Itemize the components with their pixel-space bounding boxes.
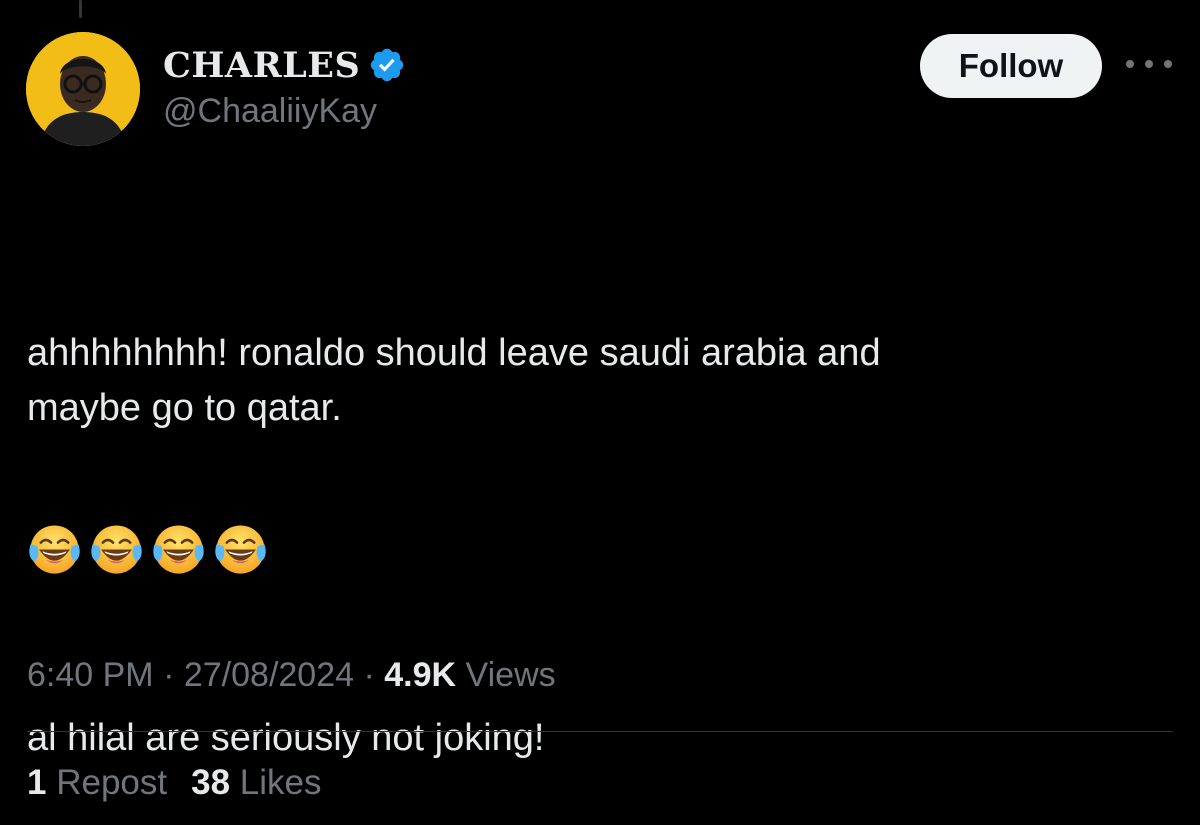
likes-label: Likes bbox=[239, 763, 322, 802]
thread-connector-line bbox=[79, 0, 82, 18]
reposts-stat[interactable]: 1 Repost bbox=[27, 758, 167, 808]
author-block: CHARLES @ChaaliiyKay bbox=[163, 40, 406, 131]
author-name-row: CHARLES bbox=[163, 40, 406, 90]
tweet-meta: 6:40 PM · 27/08/2024 · 4.9K Views bbox=[27, 650, 556, 700]
meta-separator: · bbox=[163, 656, 175, 694]
emoji-row bbox=[27, 522, 268, 577]
tweet-time[interactable]: 6:40 PM bbox=[27, 656, 154, 694]
verified-badge-icon[interactable] bbox=[368, 46, 406, 84]
avatar[interactable] bbox=[26, 32, 140, 146]
tweet-paragraph: ahhhhhhhh! ronaldo should leave saudi ar… bbox=[27, 332, 881, 429]
avatar-portrait bbox=[26, 32, 140, 146]
face-with-tears-of-joy-icon bbox=[153, 525, 204, 574]
face-with-tears-of-joy-icon bbox=[91, 525, 142, 574]
likes-stat[interactable]: 38 Likes bbox=[191, 758, 321, 808]
face-with-tears-of-joy-icon bbox=[29, 525, 80, 574]
author-display-name[interactable]: CHARLES bbox=[163, 45, 360, 86]
reposts-label: Repost bbox=[56, 763, 168, 802]
more-horizontal-icon[interactable] bbox=[1126, 52, 1172, 76]
views-count: 4.9K bbox=[384, 656, 457, 694]
reposts-count: 1 bbox=[27, 763, 47, 802]
divider bbox=[27, 731, 1173, 732]
face-with-tears-of-joy-icon bbox=[215, 525, 266, 574]
tweet-date[interactable]: 27/08/2024 bbox=[184, 656, 354, 694]
likes-count: 38 bbox=[191, 763, 231, 802]
views-label: Views bbox=[465, 656, 556, 694]
follow-button[interactable]: Follow bbox=[920, 34, 1102, 98]
author-handle[interactable]: @ChaaliiyKay bbox=[163, 92, 406, 131]
meta-separator: · bbox=[363, 656, 375, 694]
tweet-stats: 1 Repost 38 Likes bbox=[27, 758, 322, 808]
